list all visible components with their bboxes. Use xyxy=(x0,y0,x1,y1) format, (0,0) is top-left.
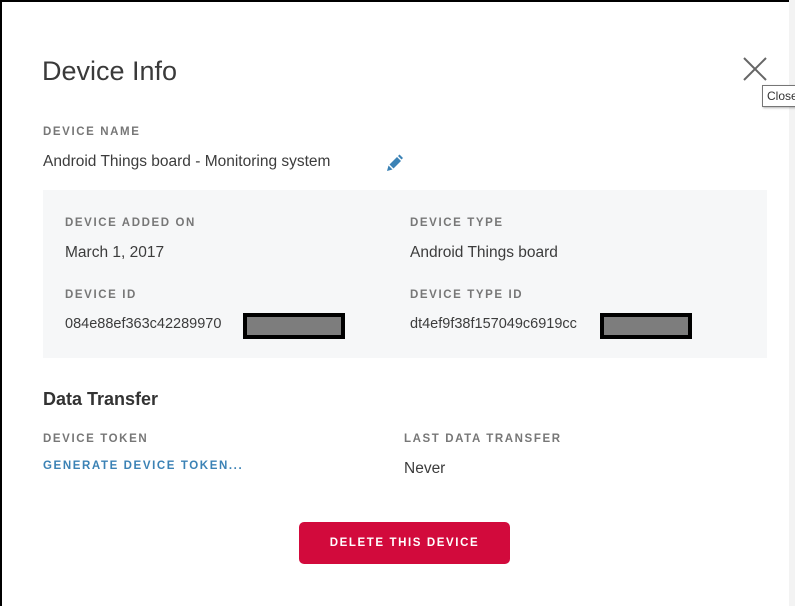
device-type-id-label: DEVICE TYPE ID xyxy=(410,289,524,301)
last-data-transfer-label: LAST DATA TRANSFER xyxy=(404,433,562,445)
device-token-label: DEVICE TOKEN xyxy=(43,433,149,445)
device-added-on-value: March 1, 2017 xyxy=(65,244,165,261)
device-id-label: DEVICE ID xyxy=(65,289,137,301)
pencil-icon[interactable] xyxy=(383,153,403,173)
last-data-transfer-value: Never xyxy=(404,460,446,477)
device-type-label: DEVICE TYPE xyxy=(410,217,504,229)
close-tooltip: Close xyxy=(762,85,795,107)
close-button[interactable] xyxy=(741,55,769,83)
data-transfer-heading: Data Transfer xyxy=(43,389,159,409)
device-name-value: Android Things board - Monitoring system xyxy=(43,153,331,170)
device-info-dialog: Device Info DEVICE NAME Android Things b… xyxy=(0,0,795,606)
generate-device-token-link[interactable]: GENERATE DEVICE TOKEN... xyxy=(43,460,243,472)
device-added-on-label: DEVICE ADDED ON xyxy=(65,217,196,229)
device-id-value: 084e88ef363c42289970 xyxy=(65,316,222,332)
delete-device-button[interactable]: DELETE THIS DEVICE xyxy=(299,522,510,564)
redaction-box-device-type-id xyxy=(600,313,692,339)
close-x-icon xyxy=(743,57,767,81)
dialog-title: Device Info xyxy=(42,56,178,86)
device-name-label: DEVICE NAME xyxy=(43,126,141,138)
device-type-id-value: dt4ef9f38f157049c6919cc xyxy=(410,316,577,332)
redaction-box-device-id xyxy=(243,313,345,339)
device-type-value: Android Things board xyxy=(410,244,558,261)
